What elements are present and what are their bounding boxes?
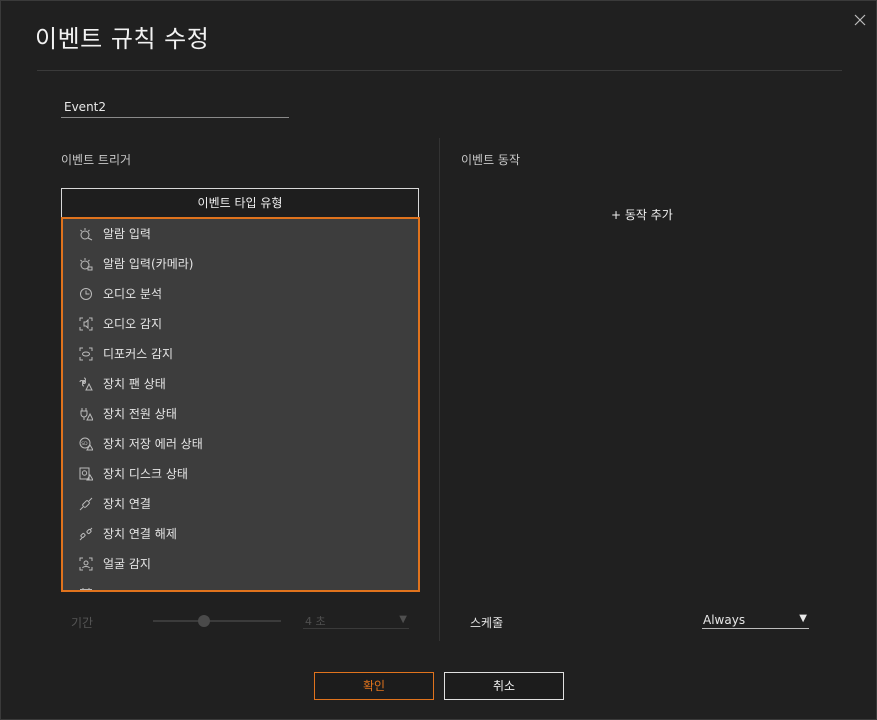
duration-select[interactable]: 4 초 ▼ — [303, 613, 409, 629]
dropdown-item-alarm-input-camera[interactable]: 알람 입력(카메라) — [63, 249, 418, 279]
dropdown-item-fan-status[interactable]: 장치 팬 상태 — [63, 369, 418, 399]
chevron-down-icon: ▼ — [799, 613, 807, 624]
power-status-icon — [80, 408, 93, 421]
dialog-title: 이벤트 규칙 수정 — [35, 25, 210, 53]
dropdown-item-label: 장치 연결 — [103, 497, 151, 511]
storage-error-icon: SD — [79, 437, 93, 451]
trigger-section-label: 이벤트 트리거 — [61, 153, 132, 167]
dropdown-item-label: 디포커스 감지 — [103, 347, 174, 361]
schedule-select[interactable]: Always ▼ — [702, 613, 809, 629]
event-type-button[interactable]: 이벤트 타입 유형 — [61, 188, 419, 218]
chevron-down-icon: ▼ — [399, 614, 407, 625]
dropdown-item-device-connect[interactable]: 장치 연결 — [63, 489, 418, 519]
duration-label: 기간 — [71, 616, 94, 630]
rule-name-input[interactable]: Event2 — [61, 97, 289, 118]
dropdown-item-label: 오디오 분석 — [103, 287, 163, 301]
event-type-dropdown[interactable]: 알람 입력 알람 입력(카메라) 오디오 분석 오디오 감지 디포커스 감지 장… — [61, 217, 420, 592]
close-icon[interactable] — [852, 12, 868, 28]
dropdown-item-label: 장치 팬 상태 — [103, 377, 166, 391]
audio-analysis-icon — [80, 288, 92, 300]
calendar-icon — [80, 588, 92, 590]
disk-status-icon — [79, 467, 93, 481]
dropdown-item-alarm-input[interactable]: 알람 입력 — [63, 219, 418, 249]
action-section-label: 이벤트 동작 — [461, 153, 521, 167]
dropdown-item-audio-analysis[interactable]: 오디오 분석 — [63, 279, 418, 309]
dropdown-item-label: 장치 디스크 상태 — [103, 467, 188, 481]
edit-event-rule-dialog: 이벤트 규칙 수정 Event2 이벤트 트리거 이벤트 동작 이벤트 타입 유… — [0, 0, 877, 720]
duration-slider-thumb[interactable] — [198, 615, 211, 627]
title-divider — [37, 70, 842, 71]
dropdown-item-device-disconnect[interactable]: 장치 연결 해제 — [63, 519, 418, 549]
fan-status-icon — [79, 377, 93, 391]
dropdown-item-partial[interactable] — [63, 579, 418, 590]
add-action-button[interactable]: + 동작 추가 — [611, 206, 673, 223]
alarm-input-camera-icon — [80, 258, 93, 271]
disconnect-icon — [79, 527, 93, 541]
column-divider — [439, 138, 440, 641]
dropdown-item-label: 장치 저장 에러 상태 — [103, 437, 203, 451]
dropdown-item-label: 알람 입력 — [103, 227, 151, 241]
dropdown-item-label: 장치 연결 해제 — [103, 527, 177, 541]
svg-text:SD: SD — [81, 441, 88, 447]
confirm-button[interactable]: 확인 — [314, 672, 434, 700]
duration-value: 4 초 — [305, 615, 326, 628]
connect-icon — [79, 497, 93, 511]
dropdown-item-label: 알람 입력(카메라) — [103, 257, 194, 271]
face-detect-icon — [79, 557, 93, 571]
schedule-label: 스케줄 — [470, 616, 504, 630]
dropdown-item-label: 장치 전원 상태 — [103, 407, 177, 421]
duration-slider-track — [153, 620, 281, 622]
dropdown-item-label: 오디오 감지 — [103, 317, 163, 331]
audio-detect-icon — [79, 317, 93, 331]
dropdown-item-face-detect[interactable]: 얼굴 감지 — [63, 549, 418, 579]
dropdown-item-defocus-detect[interactable]: 디포커스 감지 — [63, 339, 418, 369]
dropdown-item-label: 얼굴 감지 — [103, 557, 151, 571]
dropdown-item-audio-detect[interactable]: 오디오 감지 — [63, 309, 418, 339]
alarm-input-icon — [80, 228, 93, 241]
defocus-detect-icon — [79, 347, 93, 361]
schedule-value: Always — [703, 613, 746, 627]
dropdown-item-disk-status[interactable]: 장치 디스크 상태 — [63, 459, 418, 489]
dropdown-item-power-status[interactable]: 장치 전원 상태 — [63, 399, 418, 429]
cancel-button[interactable]: 취소 — [444, 672, 564, 700]
dropdown-item-storage-error[interactable]: SD 장치 저장 에러 상태 — [63, 429, 418, 459]
